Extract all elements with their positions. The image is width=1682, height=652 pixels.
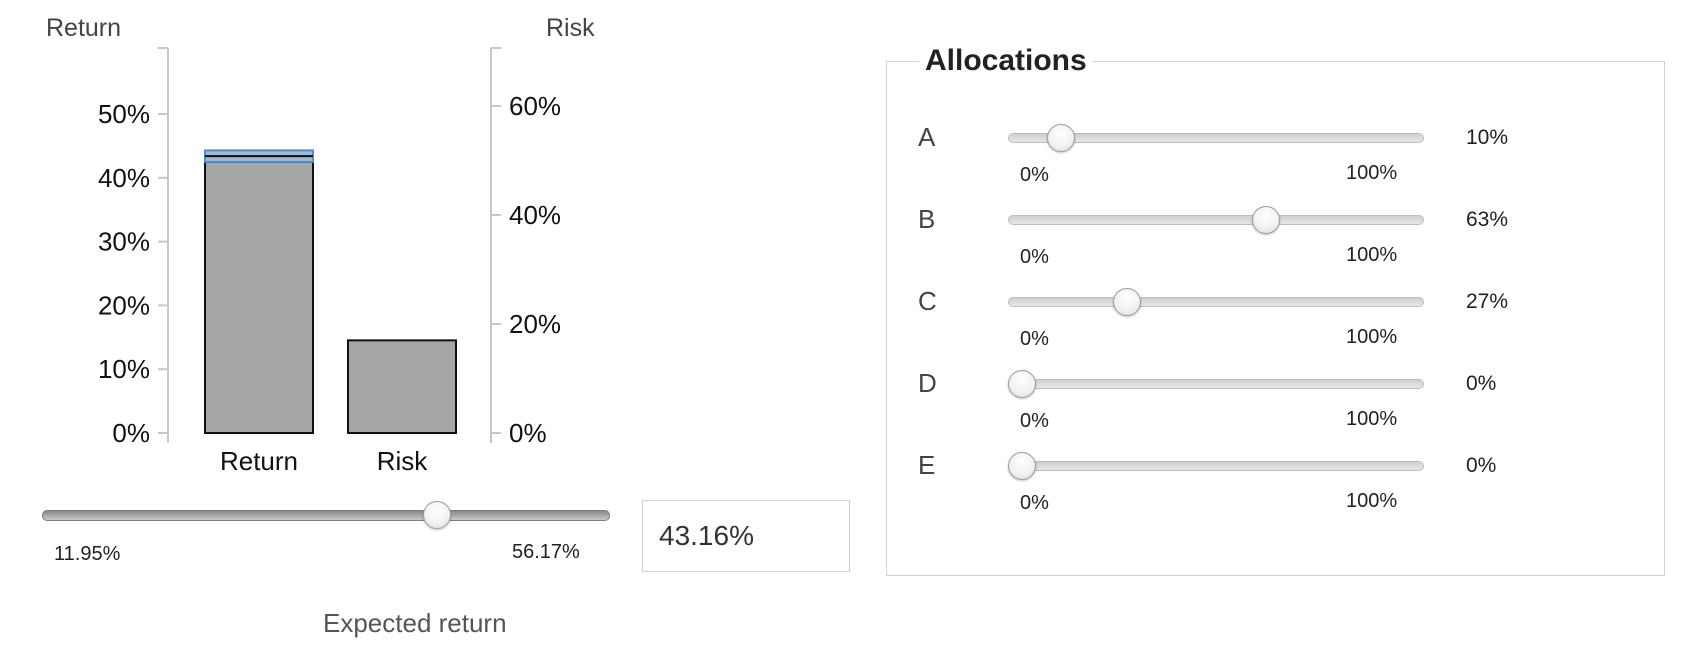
left-axis-tick-label: 40% [98, 163, 150, 193]
allocation-slider-track[interactable] [1008, 297, 1424, 307]
allocation-slider-track[interactable] [1008, 461, 1424, 471]
left-axis-tick-label: 0% [112, 418, 150, 448]
allocation-min-label: 0% [1020, 492, 1049, 514]
allocation-label: C [918, 286, 937, 316]
allocation-slider-track[interactable] [1008, 215, 1424, 225]
x-axis-category-label: Risk [377, 446, 429, 476]
allocation-value: 10% [1466, 126, 1509, 149]
allocation-slider-thumb[interactable] [1112, 288, 1141, 316]
allocation-min-label: 0% [1020, 164, 1049, 186]
right-axis-title: Risk [546, 14, 595, 42]
left-axis-tick-label: 50% [98, 99, 150, 129]
allocation-slider-track[interactable] [1008, 379, 1424, 389]
allocation-max-label: 100% [1346, 490, 1398, 512]
risk-bar [347, 339, 457, 435]
left-axis-tick-label: 20% [98, 290, 150, 320]
allocation-max-label: 100% [1346, 244, 1398, 266]
allocation-slider-thumb[interactable] [1008, 370, 1036, 398]
x-axis-category-label: Return [220, 446, 298, 476]
allocation-max-label: 100% [1346, 326, 1398, 348]
left-axis-title: Return [46, 14, 121, 42]
left-axis-tick-label: 10% [98, 354, 150, 384]
expected-return-slider-thumb[interactable] [423, 501, 452, 529]
allocation-min-label: 0% [1020, 246, 1049, 268]
allocation-label: D [918, 368, 937, 398]
right-axis-tick-label: 0% [509, 418, 547, 448]
allocation-slider-thumb[interactable] [1008, 452, 1036, 480]
allocation-label: B [918, 204, 936, 234]
left-axis-tick-label: 30% [98, 227, 150, 257]
allocation-min-label: 0% [1020, 328, 1049, 350]
allocation-max-label: 100% [1346, 162, 1398, 184]
expected-return-slider-track[interactable] [42, 510, 610, 521]
allocation-label: A [918, 122, 936, 152]
expected-return-input[interactable]: 43.16% [642, 500, 850, 572]
allocation-value: 63% [1466, 208, 1509, 231]
allocation-slider-thumb[interactable] [1046, 124, 1075, 152]
allocation-min-label: 0% [1020, 410, 1049, 432]
expected-return-caption: Expected return [323, 608, 507, 638]
right-axis-tick-label: 60% [509, 91, 561, 121]
right-axis-tick-label: 20% [509, 309, 561, 339]
allocation-value: 27% [1466, 290, 1509, 313]
allocations-title: Allocations [925, 44, 1087, 77]
expected-return-max-label: 56.17% [512, 541, 580, 563]
return-bar [204, 160, 314, 434]
allocation-max-label: 100% [1346, 408, 1398, 430]
expected-return-min-label: 11.95% [54, 543, 121, 565]
allocations-panel: Allocations [886, 44, 1665, 576]
allocation-value: 0% [1466, 454, 1497, 477]
right-axis-tick-label: 40% [509, 200, 561, 230]
allocation-value: 0% [1466, 372, 1497, 395]
allocation-label: E [918, 450, 936, 480]
risk-return-chart: Return Risk 0% 10% 20% 30% 40% 50% 0% 20% 40% 60%… [46, 14, 595, 476]
